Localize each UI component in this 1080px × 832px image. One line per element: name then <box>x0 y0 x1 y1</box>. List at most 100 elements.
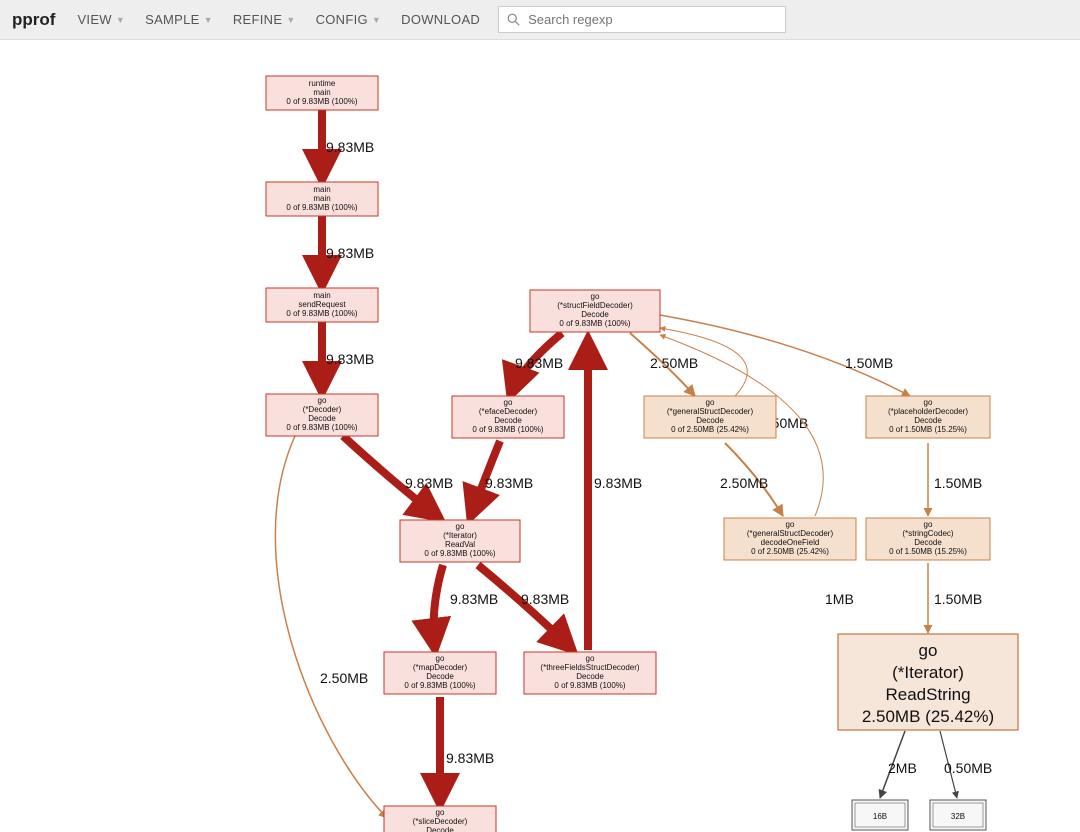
svg-text:0 of 9.83MB (100%): 0 of 9.83MB (100%) <box>286 309 357 318</box>
chevron-down-icon: ▼ <box>204 15 213 25</box>
node-generalstruct-onefield[interactable]: go (*generalStructDecoder) decodeOneFiel… <box>724 518 856 560</box>
svg-text:go: go <box>591 292 600 301</box>
node-structfield-decoder[interactable]: go (*structFieldDecoder) Decode 0 of 9.8… <box>530 290 660 332</box>
svg-text:main: main <box>313 291 330 300</box>
svg-text:(*sliceDecoder): (*sliceDecoder) <box>413 817 468 826</box>
svg-text:0 of 1.50MB (15.25%): 0 of 1.50MB (15.25%) <box>889 425 967 434</box>
svg-text:0 of 1.50MB (15.25%): 0 of 1.50MB (15.25%) <box>889 547 967 556</box>
svg-text:(*mapDecoder): (*mapDecoder) <box>413 663 468 672</box>
node-decoder-decode[interactable]: go (*Decoder) Decode 0 of 9.83MB (100%) <box>266 394 378 436</box>
node-string-codec[interactable]: go (*stringCodec) Decode 0 of 1.50MB (15… <box>866 518 990 560</box>
call-graph[interactable]: 9.83MB 9.83MB 9.83MB 9.83MB 9.83MB 9.83M… <box>0 38 1080 832</box>
menu-download[interactable]: DOWNLOAD <box>395 6 486 33</box>
node-threefields-decoder[interactable]: go (*threeFieldsStructDecoder) Decode 0 … <box>524 652 656 694</box>
svg-text:Decode: Decode <box>426 672 454 681</box>
svg-text:ReadVal: ReadVal <box>445 540 475 549</box>
svg-text:Decode: Decode <box>308 414 336 423</box>
edge-label: 2.50MB <box>320 670 368 686</box>
svg-text:32B: 32B <box>951 812 965 821</box>
svg-text:go: go <box>919 641 938 660</box>
svg-text:0 of 9.83MB (100%): 0 of 9.83MB (100%) <box>554 681 625 690</box>
svg-text:go: go <box>586 654 595 663</box>
svg-text:runtime: runtime <box>309 79 336 88</box>
menu-config[interactable]: CONFIG▼ <box>310 6 388 33</box>
node-runtime-main[interactable]: runtime main 0 of 9.83MB (100%) <box>266 76 378 110</box>
svg-text:0 of 9.83MB (100%): 0 of 9.83MB (100%) <box>424 549 495 558</box>
svg-text:(*threeFieldsStructDecoder): (*threeFieldsStructDecoder) <box>540 663 639 672</box>
svg-text:go: go <box>924 520 933 529</box>
menu-sample[interactable]: SAMPLE▼ <box>139 6 219 33</box>
svg-text:0 of 2.50MB (25.42%): 0 of 2.50MB (25.42%) <box>751 547 829 556</box>
node-generalstruct-decode[interactable]: go (*generalStructDecoder) Decode 0 of 2… <box>644 396 776 438</box>
edge-label: 2MB <box>888 760 917 776</box>
node-main-sendrequest[interactable]: main sendRequest 0 of 9.83MB (100%) <box>266 288 378 322</box>
node-iterator-readval[interactable]: go (*Iterator) ReadVal 0 of 9.83MB (100%… <box>400 520 520 562</box>
svg-text:(*generalStructDecoder): (*generalStructDecoder) <box>667 407 754 416</box>
svg-text:Decode: Decode <box>914 538 942 547</box>
svg-text:0 of 9.83MB (100%): 0 of 9.83MB (100%) <box>404 681 475 690</box>
edge <box>478 565 573 650</box>
node-eface-decoder[interactable]: go (*efaceDecoder) Decode 0 of 9.83MB (1… <box>452 396 564 438</box>
edge-label: 9.83MB <box>326 245 374 261</box>
edge-label: 9.83MB <box>485 475 533 491</box>
node-32b[interactable]: 32B <box>930 800 986 830</box>
edge-label: 9.83MB <box>450 591 498 607</box>
svg-text:Decode: Decode <box>576 672 604 681</box>
svg-text:go: go <box>706 398 715 407</box>
svg-text:(*stringCodec): (*stringCodec) <box>902 529 953 538</box>
svg-text:decodeOneField: decodeOneField <box>761 538 820 547</box>
svg-text:(*efaceDecoder): (*efaceDecoder) <box>479 407 538 416</box>
svg-text:(*Iterator): (*Iterator) <box>443 531 477 540</box>
svg-text:main: main <box>313 88 330 97</box>
svg-text:(*placeholderDecoder): (*placeholderDecoder) <box>888 407 968 416</box>
svg-text:(*generalStructDecoder): (*generalStructDecoder) <box>747 529 834 538</box>
menu-refine[interactable]: REFINE▼ <box>227 6 302 33</box>
node-slice-decoder[interactable]: go (*sliceDecoder) Decode <box>384 806 496 832</box>
svg-text:go: go <box>318 396 327 405</box>
edge-label: 1MB <box>825 591 854 607</box>
svg-text:(*Decoder): (*Decoder) <box>303 405 342 414</box>
edge-label: 1.50MB <box>934 591 982 607</box>
svg-text:0 of 9.83MB (100%): 0 of 9.83MB (100%) <box>472 425 543 434</box>
search-box[interactable] <box>498 6 786 33</box>
svg-text:Decode: Decode <box>426 826 454 832</box>
node-iterator-readstring[interactable]: go (*Iterator) ReadString 2.50MB (25.42%… <box>838 634 1018 730</box>
node-placeholder-decoder[interactable]: go (*placeholderDecoder) Decode 0 of 1.5… <box>866 396 990 438</box>
node-map-decoder[interactable]: go (*mapDecoder) Decode 0 of 9.83MB (100… <box>384 652 496 694</box>
edge-label: 1.50MB <box>934 475 982 491</box>
chevron-down-icon: ▼ <box>286 15 295 25</box>
edge-label: 9.83MB <box>405 475 453 491</box>
edge-label: 9.83MB <box>594 475 642 491</box>
svg-text:0 of 2.50MB (25.42%): 0 of 2.50MB (25.42%) <box>671 425 749 434</box>
search-icon <box>507 13 520 26</box>
edge <box>434 565 443 650</box>
edge-label: 2.50MB <box>720 475 768 491</box>
edge-label: 0.50MB <box>944 760 992 776</box>
svg-text:go: go <box>786 520 795 529</box>
svg-text:go: go <box>436 654 445 663</box>
node-main-main[interactable]: main main 0 of 9.83MB (100%) <box>266 182 378 216</box>
svg-text:main: main <box>313 185 330 194</box>
edge-label: 9.83MB <box>326 139 374 155</box>
svg-text:(*Iterator): (*Iterator) <box>892 663 964 682</box>
edge-label: 9.83MB <box>326 351 374 367</box>
node-16b[interactable]: 16B <box>852 800 908 830</box>
edge-label: 1.50MB <box>845 355 893 371</box>
svg-text:go: go <box>456 522 465 531</box>
edge-label: 9.83MB <box>521 591 569 607</box>
svg-text:0 of 9.83MB (100%): 0 of 9.83MB (100%) <box>286 97 357 106</box>
svg-text:0 of 9.83MB (100%): 0 of 9.83MB (100%) <box>286 203 357 212</box>
svg-text:16B: 16B <box>873 812 887 821</box>
svg-text:go: go <box>924 398 933 407</box>
svg-text:Decode: Decode <box>696 416 724 425</box>
svg-text:go: go <box>436 808 445 817</box>
svg-text:Decode: Decode <box>581 310 609 319</box>
search-input[interactable] <box>526 11 777 28</box>
svg-text:Decode: Decode <box>914 416 942 425</box>
edge-label: 2.50MB <box>650 355 698 371</box>
menu-view[interactable]: VIEW▼ <box>71 6 131 33</box>
svg-text:sendRequest: sendRequest <box>298 300 346 309</box>
edge <box>275 436 387 818</box>
svg-text:0 of 9.83MB (100%): 0 of 9.83MB (100%) <box>286 423 357 432</box>
svg-text:2.50MB (25.42%): 2.50MB (25.42%) <box>862 707 994 726</box>
